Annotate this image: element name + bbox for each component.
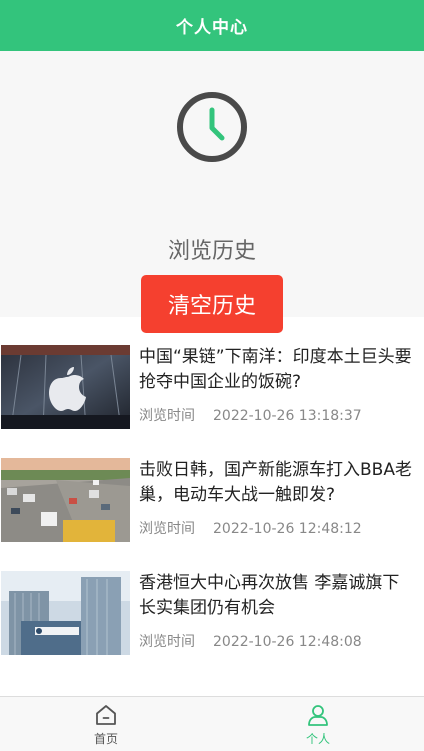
page-title: 个人中心 [176,18,248,38]
bottom-tab-bar: 首页 个人 [0,696,424,751]
top-bar: 个人中心 [0,0,424,51]
news-thumbnail [1,458,130,542]
history-hero: 浏览历史 清空历史 [0,51,424,333]
home-icon [96,705,116,725]
tab-profile[interactable]: 个人 [212,697,424,751]
history-list: 中国“果链”下南洋：印度本土巨头要抢夺中国企业的饭碗? 浏览时间 2022-10-… [0,317,424,656]
news-thumbnail [1,571,130,655]
browse-time: 2022-10-26 13:18:37 [213,408,362,424]
news-title[interactable]: 击败日韩，国产新能源车打入BBA老巢，电动车大战一触即发? [139,458,414,508]
news-item[interactable]: 击败日韩，国产新能源车打入BBA老巢，电动车大战一触即发? 浏览时间 2022-1… [0,430,424,543]
news-meta: 浏览时间 2022-10-26 12:48:08 [139,631,362,651]
browse-time: 2022-10-26 12:48:12 [213,521,362,537]
browse-time: 2022-10-26 12:48:08 [213,634,362,650]
user-icon [308,705,328,726]
news-meta: 浏览时间 2022-10-26 12:48:12 [139,518,362,538]
tab-profile-label: 个人 [305,732,330,746]
app-root: 个人中心 浏览历史 清空历史 中国“果链”下南洋：印度本土巨头要抢夺中国企业的饭… [0,0,424,751]
news-title[interactable]: 中国“果链”下南洋：印度本土巨头要抢夺中国企业的饭碗? [139,345,414,395]
tab-home[interactable]: 首页 [0,697,212,751]
news-item[interactable]: 中国“果链”下南洋：印度本土巨头要抢夺中国企业的饭碗? 浏览时间 2022-10-… [0,317,424,430]
history-title: 浏览历史 [167,239,256,264]
clock-icon [177,92,247,162]
browse-time-label: 浏览时间 [139,408,195,424]
tab-home-label: 首页 [93,732,118,746]
news-thumbnail [1,345,130,429]
browse-time-label: 浏览时间 [139,521,195,537]
browse-time-label: 浏览时间 [139,634,195,650]
news-meta: 浏览时间 2022-10-26 13:18:37 [139,405,362,425]
news-title[interactable]: 香港恒大中心再次放售 李嘉诚旗下长实集团仍有机会 [139,571,414,621]
news-item[interactable]: 香港恒大中心再次放售 李嘉诚旗下长实集团仍有机会 浏览时间 2022-10-26 … [0,543,424,656]
